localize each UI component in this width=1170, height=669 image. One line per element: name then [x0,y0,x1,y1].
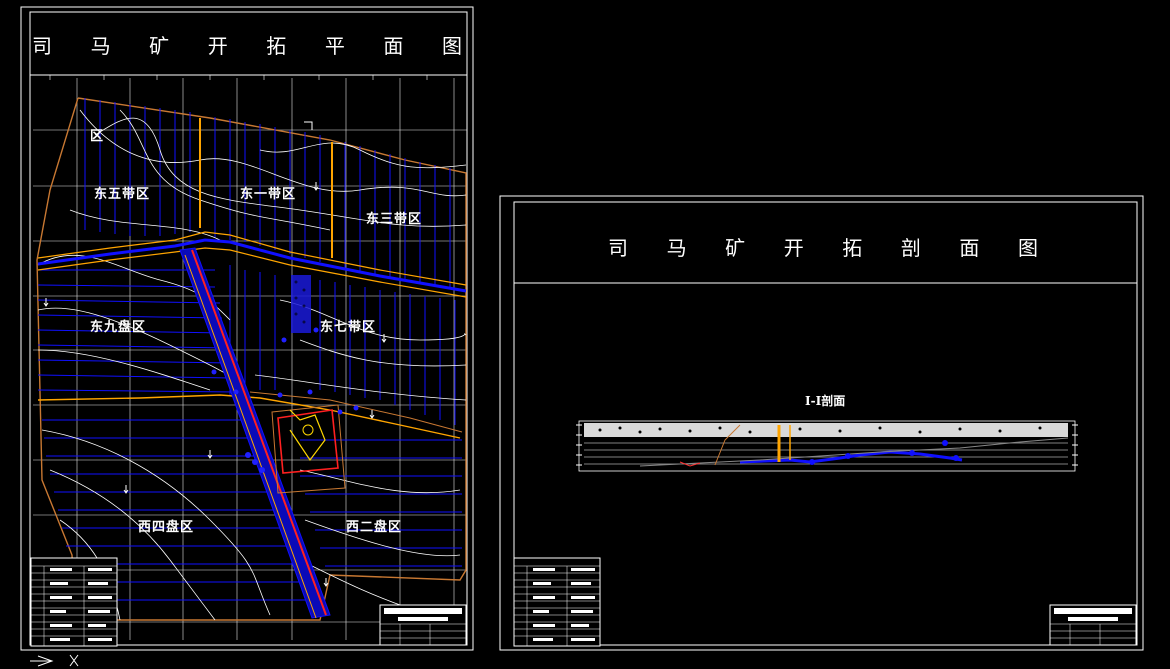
ucs-axis-icon [30,654,79,667]
plan-title-char: 马 [90,34,111,58]
section-title-char: 拓 [842,236,863,260]
seam-lines-blue [84,98,456,425]
main-roadway-upper [37,231,467,298]
section-title-char: 开 [783,236,804,260]
plan-info-table [30,557,118,647]
plan-title-char: 矿 [149,34,170,58]
cad-drawing-canvas[interactable] [0,0,1170,669]
plan-title-char: 开 [207,34,228,58]
zone-label-east-three: 东三带区 [366,212,423,227]
section-sheet-title: 司 马 矿 开 拓 剖 面 图 [608,232,1038,261]
section-label: I-I剖面 [805,394,846,408]
plan-title-char: 拓 [266,34,287,58]
section-title-char: 司 [608,236,628,260]
zone-label-east-seven: 东七带区 [320,320,377,335]
zone-label: 区 [90,129,105,144]
section-title-char: 马 [666,236,687,260]
plan-title-char: 图 [441,34,462,58]
plan-sheet [20,6,474,651]
section-title-block [1049,604,1137,646]
section-title-char: 矿 [725,236,746,260]
section-title-char: 图 [1017,236,1038,260]
plan-sheet-title: 司 马 矿 开 拓 平 面 图 [32,30,462,59]
mine-boundary [36,97,467,621]
shaft-pillar [291,275,311,333]
plan-title-char: 司 [32,34,52,58]
section-sheet [499,195,1144,651]
plan-title-block [379,604,467,646]
plan-grid [33,78,467,640]
section-info-table [513,557,601,647]
section-title-char: 剖 [900,236,921,260]
zone-label-east-one: 东一带区 [240,187,297,202]
zone-label-east-nine: 东九盘区 [90,320,147,335]
zone-label-east-five: 东五带区 [94,187,151,202]
section-profile [576,420,1078,472]
plan-title-char: 面 [383,34,404,58]
plan-title-char: 平 [324,34,345,58]
zone-label-west-four: 西四盘区 [138,520,195,535]
industrial-square [271,404,346,494]
section-title-char: 面 [959,236,980,260]
zone-label-west-two: 西二盘区 [346,520,403,535]
